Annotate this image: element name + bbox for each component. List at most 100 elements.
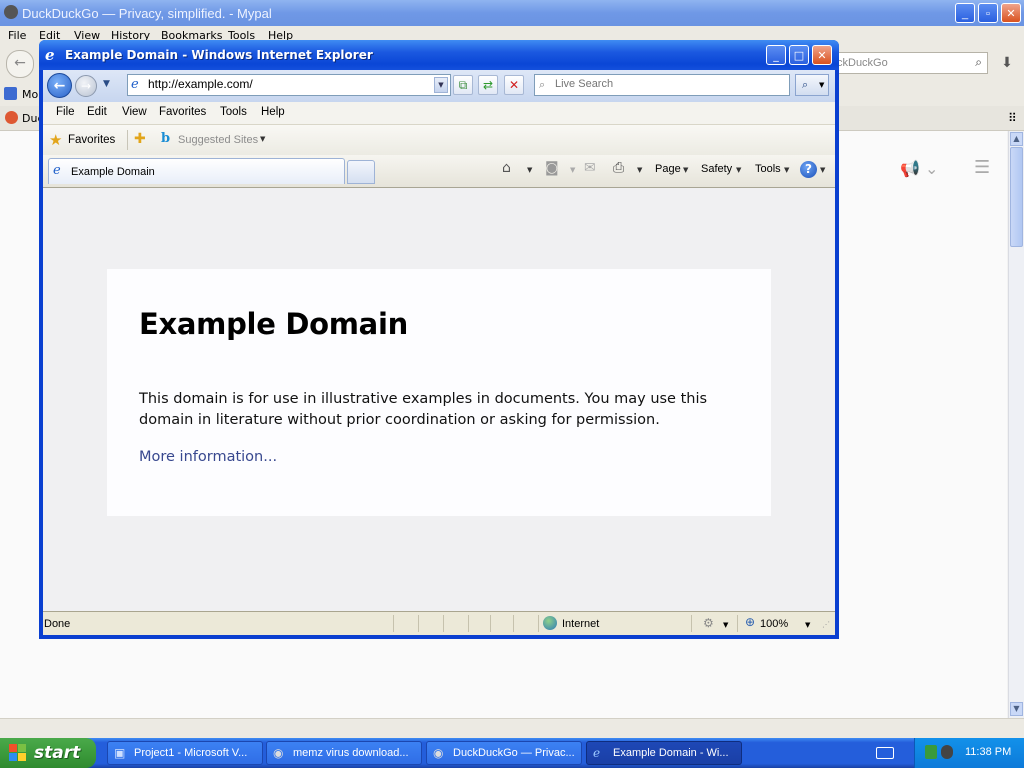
web-viewport: Example Domain This domain is for use in… <box>43 188 835 611</box>
print-icon[interactable]: ⎙ <box>613 160 624 176</box>
ie-window: e Example Domain - Windows Internet Expl… <box>39 40 839 639</box>
ie-maximize-button[interactable]: □ <box>789 45 809 65</box>
protected-mode-dropdown-icon[interactable]: ▼ <box>723 621 728 629</box>
menu-tools[interactable]: Tools <box>220 106 247 118</box>
volume-tray-icon[interactable] <box>941 745 953 759</box>
security-zone-label[interactable]: Internet <box>562 618 599 630</box>
ie-minimize-button[interactable]: _ <box>766 45 786 65</box>
back-button[interactable]: ← <box>47 73 72 98</box>
taskbar-item-duckduckgo[interactable]: ◉ DuckDuckGo — Privac... <box>426 741 582 765</box>
search-options-dropdown-icon[interactable]: ▼ <box>819 75 824 95</box>
ie-page-icon: e <box>53 163 61 178</box>
divider <box>468 615 469 632</box>
tab-example-domain[interactable]: e Example Domain <box>48 158 345 184</box>
page-menu-button[interactable]: Page <box>655 163 681 175</box>
live-search-box[interactable]: ⌕ <box>534 74 790 96</box>
scroll-thumb[interactable] <box>1010 147 1023 247</box>
search-go-button[interactable]: ⌕ ▼ <box>795 74 829 96</box>
feeds-icon[interactable]: ◙ <box>545 160 559 176</box>
taskbar-item-label: memz virus download... <box>293 747 409 759</box>
menu-edit[interactable]: Edit <box>87 106 107 118</box>
home-icon[interactable]: ⌂ <box>502 160 511 176</box>
taskbar-item-example-domain[interactable]: e Example Domain - Wi... <box>586 741 742 765</box>
zoom-dropdown-icon[interactable]: ▼ <box>805 621 810 629</box>
page-heading: Example Domain <box>139 307 408 341</box>
page-icon: e <box>131 77 139 92</box>
forward-button[interactable]: → <box>75 75 97 97</box>
ie-menubar: File Edit View Favorites Tools Help <box>43 102 835 125</box>
content-card: Example Domain This domain is for use in… <box>107 269 771 516</box>
start-label: start <box>34 743 81 763</box>
windows-logo-icon <box>9 744 27 762</box>
mypal-search-box[interactable]: ckDuckGo ⌕ <box>830 52 988 74</box>
keyboard-icon[interactable] <box>876 747 894 759</box>
favorites-button[interactable]: Favorites <box>68 134 115 146</box>
stop-icon[interactable]: ✕ <box>504 75 524 95</box>
tab-list-icon[interactable]: ⠿ <box>1008 111 1017 125</box>
menu-help[interactable]: Help <box>261 106 285 118</box>
history-dropdown-icon[interactable]: ▼ <box>103 79 110 89</box>
megaphone-icon[interactable]: 📢 ⌄ <box>900 159 938 178</box>
chevron-down-icon[interactable]: ▼ <box>260 135 265 143</box>
live-search-input[interactable] <box>555 78 775 90</box>
menu-view[interactable]: View <box>122 106 147 118</box>
page-paragraph: This domain is for use in illustrative e… <box>139 391 708 428</box>
tools-menu-button[interactable]: Tools <box>755 163 781 175</box>
refresh-icon[interactable]: ⇄ <box>478 75 498 95</box>
print-dropdown-icon[interactable]: ▼ <box>637 166 642 174</box>
mypal-search-text: ckDuckGo <box>837 57 888 69</box>
compatibility-view-icon[interactable]: ⧉ <box>453 75 473 95</box>
search-icon[interactable]: ⌕ <box>975 55 982 70</box>
address-input[interactable] <box>148 77 428 91</box>
more-information-link[interactable]: More information... <box>139 449 277 465</box>
safety-menu-button[interactable]: Safety <box>701 163 732 175</box>
search-icon: ⌕ <box>539 78 546 91</box>
mail-icon[interactable]: ✉ <box>584 160 596 176</box>
address-bar[interactable]: e ▼ <box>127 74 451 96</box>
feeds-dropdown-icon[interactable]: ▼ <box>570 166 575 174</box>
help-dropdown-icon[interactable]: ▼ <box>820 166 825 174</box>
home-dropdown-icon[interactable]: ▼ <box>527 166 532 174</box>
divider <box>443 615 444 632</box>
address-dropdown-icon[interactable]: ▼ <box>434 77 448 93</box>
favorites-star-icon[interactable]: ★ <box>49 131 62 149</box>
add-to-favorites-icon[interactable]: ✚ <box>134 131 146 147</box>
taskbar-item-project1[interactable]: ▣ Project1 - Microsoft V... <box>107 741 263 765</box>
page-dropdown-icon[interactable]: ▼ <box>683 166 688 174</box>
mypal-scrollbar[interactable]: ▲ ▼ <box>1008 131 1024 718</box>
menu-favorites[interactable]: Favorites <box>159 106 206 118</box>
start-button[interactable]: start <box>0 738 96 768</box>
scroll-up-arrow-icon[interactable]: ▲ <box>1010 132 1023 146</box>
help-icon[interactable]: ? <box>800 161 817 178</box>
clock[interactable]: 11:38 PM <box>965 746 1011 758</box>
zoom-level[interactable]: 100% <box>760 618 788 630</box>
resize-grip-icon[interactable]: ⋰ <box>822 620 830 629</box>
mypal-minimize-button[interactable]: _ <box>955 3 975 23</box>
new-tab-button[interactable] <box>347 160 375 184</box>
mypal-menu-file[interactable]: File <box>8 29 26 42</box>
protected-mode-icon[interactable]: ⚙ <box>703 616 714 630</box>
safety-dropdown-icon[interactable]: ▼ <box>736 166 741 174</box>
mypal-bookmark-item[interactable]: Mo <box>22 88 38 101</box>
suggested-sites-button[interactable]: Suggested Sites <box>178 134 258 146</box>
tools-dropdown-icon[interactable]: ▼ <box>784 166 789 174</box>
download-icon[interactable]: ⬇ <box>994 52 1020 74</box>
mypal-maximize-button[interactable]: ▫ <box>978 3 998 23</box>
menu-file[interactable]: File <box>56 106 75 118</box>
ie-close-button[interactable]: ✕ <box>812 45 832 65</box>
duckduckgo-icon <box>5 111 18 124</box>
mypal-app-icon <box>4 5 18 19</box>
network-tray-icon[interactable] <box>925 745 937 759</box>
mypal-back-button[interactable]: ← <box>6 50 34 78</box>
divider <box>691 615 692 632</box>
mypal-close-button[interactable]: ✕ <box>1001 3 1021 23</box>
bing-icon: b <box>161 131 171 146</box>
taskbar-item-label: Project1 - Microsoft V... <box>134 747 248 759</box>
taskbar-item-memz[interactable]: ◉ memz virus download... <box>266 741 422 765</box>
mypal-icon: ◉ <box>433 746 444 760</box>
zoom-icon[interactable]: ⊕ <box>745 615 755 629</box>
hamburger-menu-icon[interactable]: ☰ <box>974 157 990 178</box>
divider <box>490 615 491 632</box>
vb-icon: ▣ <box>114 746 126 760</box>
scroll-down-arrow-icon[interactable]: ▼ <box>1010 702 1023 716</box>
